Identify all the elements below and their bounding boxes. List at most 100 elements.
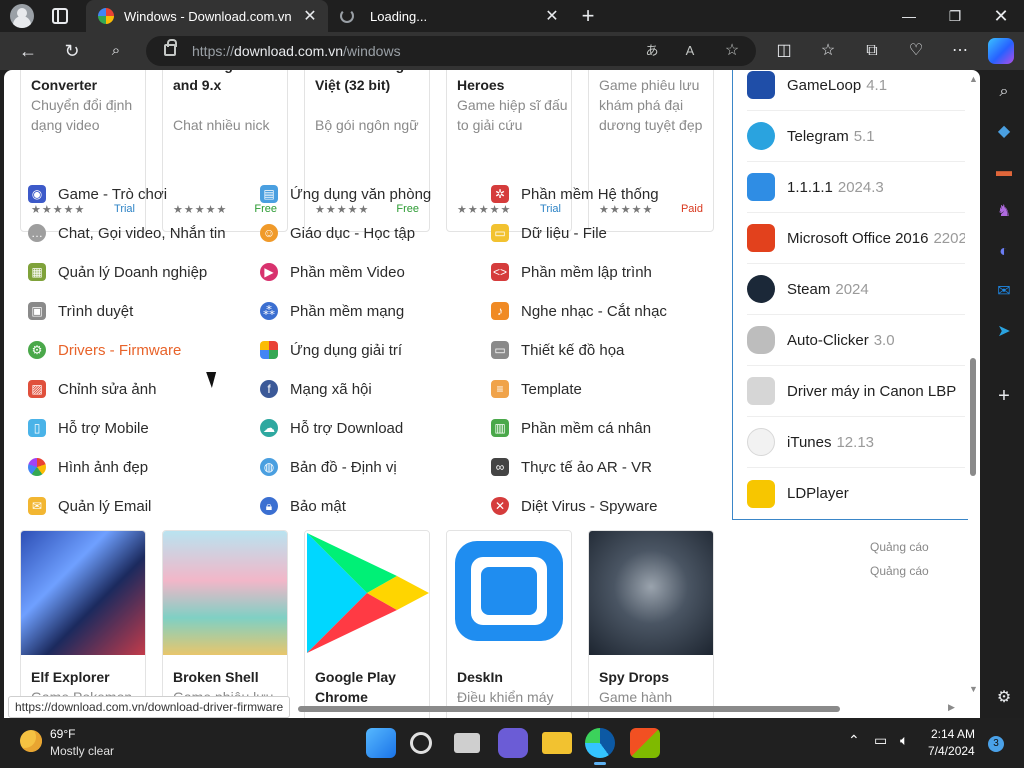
app-tile[interactable]: Spy Drops Game hành <box>588 530 714 718</box>
start-windows-icon[interactable] <box>366 728 396 758</box>
app-card[interactable]: Messenger 8.x and 9.x Chat nhiều nick ★★… <box>162 70 288 232</box>
list-item[interactable]: GameLoop 4.1 <box>747 70 965 111</box>
category-link-drivers[interactable]: ⚙ Drivers - Firmware <box>28 339 181 361</box>
file-explorer-icon[interactable] <box>542 732 572 754</box>
category-link[interactable]: ≡ Template <box>491 378 582 400</box>
edge-browser-icon[interactable] <box>585 728 615 765</box>
tab-windows-download[interactable]: Windows - Download.com.vn ✕ <box>86 0 328 32</box>
weather-temperature[interactable]: 69°F <box>50 727 75 741</box>
list-item[interactable]: LDPlayer <box>747 468 965 519</box>
settings-gear-icon[interactable]: ⚙ <box>992 686 1016 710</box>
category-link[interactable]: ▯ Hỗ trợ Mobile <box>28 417 149 439</box>
collections-icon[interactable]: ⧉ <box>858 37 886 65</box>
tab-close-icon[interactable]: ✕ <box>298 6 322 26</box>
restore-button[interactable]: ❐ <box>932 0 978 32</box>
category-link[interactable]: ▭ Dữ liệu - File <box>491 222 607 244</box>
new-tab-button[interactable]: + <box>576 2 600 30</box>
display-icon[interactable]: ▭ <box>874 732 887 749</box>
list-item[interactable]: Driver máy in Canon LBP <box>747 366 965 417</box>
category-link[interactable]: ▤ Ứng dụng văn phòng <box>260 183 431 205</box>
tab-loading[interactable]: Loading... ✕ <box>332 0 570 32</box>
games-icon[interactable]: ♞ <box>992 200 1016 224</box>
copilot-icon[interactable] <box>988 38 1014 64</box>
more-menu-icon[interactable]: ⋯ <box>946 37 974 65</box>
vertical-scrollbar[interactable]: ▲ ▼ <box>966 70 980 710</box>
clock-date[interactable]: 7/4/2024 <box>928 744 975 758</box>
scroll-up-icon[interactable]: ▲ <box>969 74 978 84</box>
tab-actions-icon[interactable] <box>52 8 68 24</box>
translate-icon[interactable]: あ <box>640 39 664 63</box>
category-link[interactable]: ▥ Phần mềm cá nhân <box>491 417 651 439</box>
tools-toolbox-icon[interactable]: ▬ <box>992 160 1016 184</box>
task-view-icon[interactable] <box>454 733 480 753</box>
teams-chat-icon[interactable] <box>498 728 528 758</box>
app-tile[interactable]: DeskIn Điều khiển máy <box>446 530 572 718</box>
category-link[interactable]: ☁ Hỗ trợ Download <box>260 417 403 439</box>
shopping-tag-icon[interactable]: ◆ <box>992 120 1016 144</box>
show-hidden-icons-icon[interactable]: ⌃ <box>848 732 860 749</box>
category-link[interactable]: ▨ Chỉnh sửa ảnh <box>28 378 156 400</box>
scroll-right-icon[interactable]: ▶ <box>948 702 955 713</box>
back-button[interactable]: ← <box>14 37 42 65</box>
category-link[interactable]: ◉ Game - Trò chơi <box>28 183 167 205</box>
category-link[interactable]: ☺ Giáo dục - Học tập <box>260 222 415 244</box>
taskbar-search-icon[interactable] <box>410 732 432 754</box>
list-item[interactable]: Auto-Clicker 3.0 <box>747 315 965 366</box>
category-link[interactable]: ▶ Phần mềm Video <box>260 261 405 283</box>
app-tile[interactable]: Google Play Chrome <box>304 530 430 718</box>
list-item[interactable]: Steam 2024 <box>747 264 965 315</box>
list-item[interactable]: 1.1.1.1 2024.3 <box>747 162 965 213</box>
category-link[interactable]: ◍ Bản đồ - Định vị <box>260 456 397 478</box>
list-item[interactable]: iTunes 12.13 <box>747 417 965 468</box>
browser-essentials-icon[interactable]: ♡ <box>902 37 930 65</box>
url-text[interactable]: https://download.com.vn/windows <box>192 43 401 59</box>
category-link[interactable]: f Mạng xã hội <box>260 378 372 400</box>
copilot-sidebar-icon[interactable]: ◐ <box>992 240 1016 264</box>
category-link[interactable]: 🔒︎ Bảo mật <box>260 495 346 517</box>
tab-close-icon[interactable]: ✕ <box>540 6 564 26</box>
weather-description[interactable]: Mostly clear <box>50 744 114 758</box>
favorite-star-icon[interactable]: ☆ <box>720 39 744 63</box>
microsoft-store-icon[interactable] <box>630 728 660 758</box>
notification-badge[interactable]: 3 <box>988 736 1004 752</box>
sidebar-search-icon[interactable]: ⌕ <box>992 80 1016 104</box>
list-item[interactable]: Microsoft Office 2016 2202 <box>747 213 965 264</box>
list-item[interactable]: Telegram 5.1 <box>747 111 965 162</box>
address-bar[interactable]: https://download.com.vn/windows あ A ☆ <box>146 36 756 66</box>
category-link[interactable]: … Chat, Gọi video, Nhắn tin <box>28 222 226 244</box>
favorites-icon[interactable]: ☆ <box>814 37 842 65</box>
scroll-thumb[interactable] <box>970 358 976 476</box>
minimize-button[interactable]: — <box>886 0 932 32</box>
outlook-icon[interactable]: ✉ <box>992 280 1016 304</box>
profile-avatar-icon[interactable] <box>10 4 34 28</box>
horizontal-scroll-thumb[interactable] <box>298 706 840 712</box>
app-card[interactable]: Office - Tiếng Việt (32 bit) Bộ gói ngôn… <box>304 70 430 232</box>
app-tile[interactable]: Broken Shell Game phiêu lưu <box>162 530 288 718</box>
volume-icon[interactable]: 🔈︎ <box>900 732 908 749</box>
lock-icon[interactable] <box>164 39 177 56</box>
refresh-button[interactable]: ↻ <box>58 37 86 65</box>
category-link[interactable]: ▭ Thiết kế đồ họa <box>491 339 624 361</box>
app-tile[interactable]: Elf Explorer Game Pokemon <box>20 530 146 718</box>
category-link[interactable]: Hình ảnh đẹp <box>28 456 148 478</box>
split-screen-icon[interactable]: ◫ <box>770 37 798 65</box>
category-link[interactable]: ∞ Thực tế ảo AR - VR <box>491 456 652 478</box>
category-link[interactable]: Ứng dụng giải trí <box>260 339 402 361</box>
scroll-down-icon[interactable]: ▼ <box>969 684 978 694</box>
category-link[interactable]: ✉ Quản lý Email <box>28 495 151 517</box>
search-icon[interactable]: ⌕ <box>102 37 130 65</box>
clock-time[interactable]: 2:14 AM <box>931 727 975 741</box>
category-link[interactable]: ♪ Nghe nhạc - Cắt nhạc <box>491 300 667 322</box>
category-link[interactable]: ✕ Diệt Virus - Spyware <box>491 495 657 517</box>
weather-moon-icon[interactable] <box>20 730 42 752</box>
read-aloud-icon[interactable]: A <box>678 39 702 63</box>
close-window-button[interactable]: ✕ <box>978 0 1024 32</box>
category-link[interactable]: ⁂ Phần mềm mạng <box>260 300 404 322</box>
app-card[interactable]: Converter Chuyển đổi định dạng video ★★★… <box>20 70 146 232</box>
category-link[interactable]: <> Phần mềm lập trình <box>491 261 652 283</box>
category-link[interactable]: ✲ Phần mềm Hệ thống <box>491 183 659 205</box>
category-link[interactable]: ▦ Quản lý Doanh nghiệp <box>28 261 207 283</box>
app-card[interactable]: Heroes Game hiệp sĩ đấu to giải cứu ★★★★… <box>446 70 572 232</box>
category-link[interactable]: ▣ Trình duyệt <box>28 300 133 322</box>
telegram-sidebar-icon[interactable]: ➤ <box>992 320 1016 344</box>
